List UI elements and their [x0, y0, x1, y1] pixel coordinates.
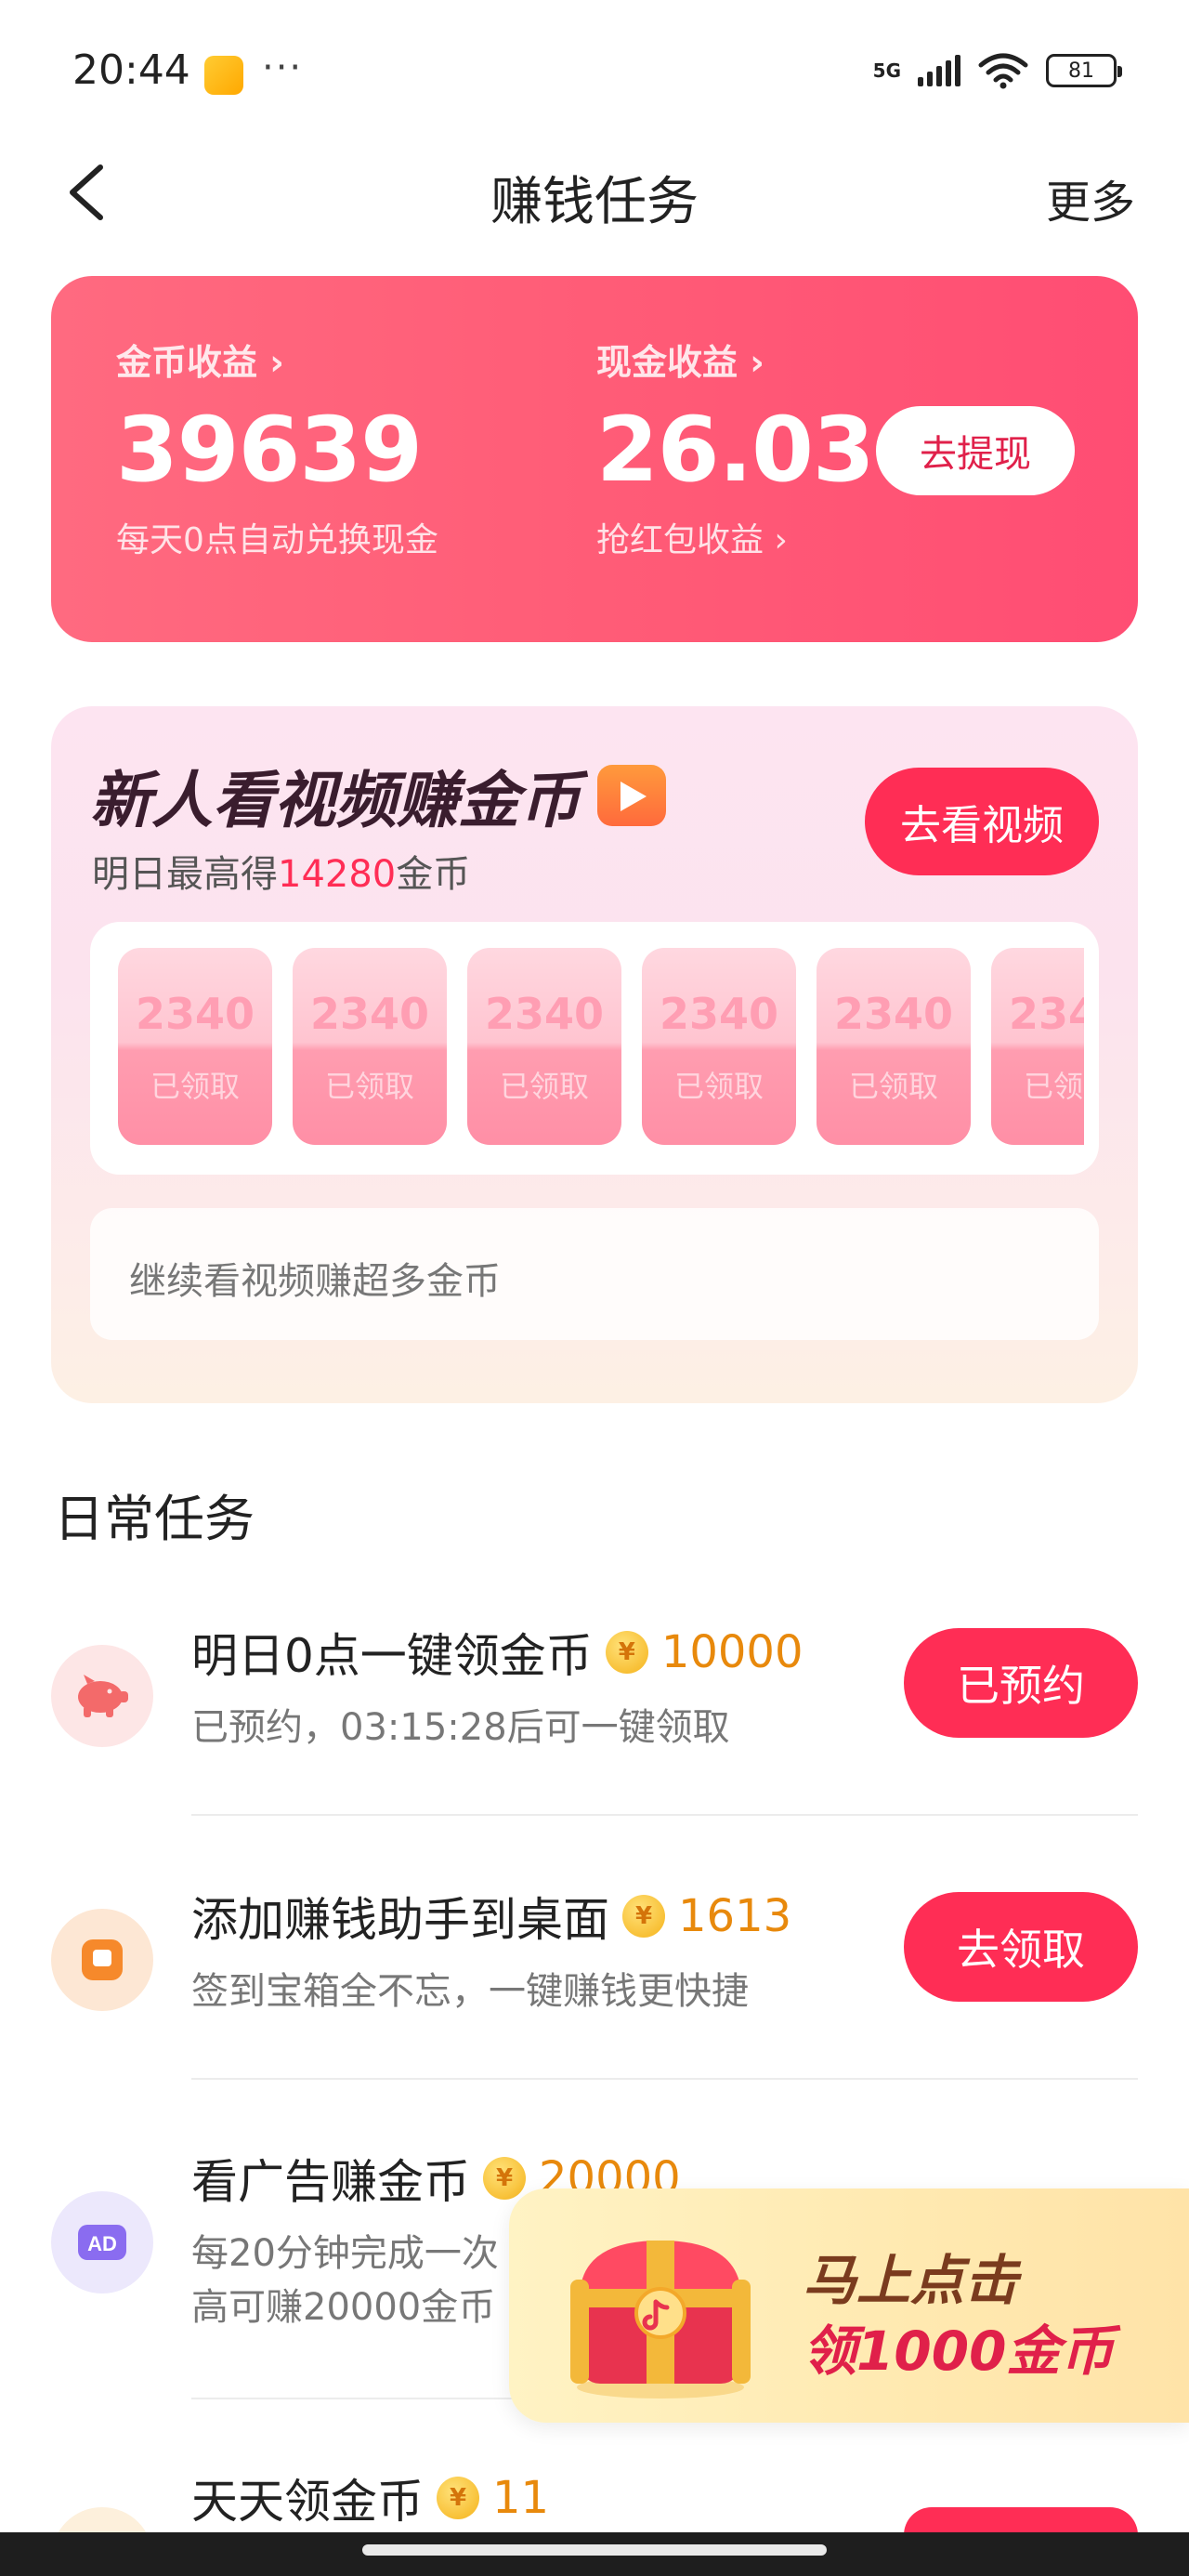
status-time: 20:44	[72, 46, 190, 94]
promo-line-1: 马上点击	[803, 2249, 1019, 2312]
reward-value: 2340	[833, 989, 954, 1039]
more-button[interactable]: 更多	[1046, 165, 1135, 230]
coin-icon: ¥	[605, 1631, 648, 1674]
status-bar: 20:44 ··· 5G 81	[0, 0, 1189, 139]
network-type: 5G	[872, 59, 901, 82]
earnings-card: 金币收益 › 39639 每天0点自动兑换现金 现金收益 › 26.03 抢红包…	[51, 276, 1138, 642]
coin-earnings-value: 39639	[116, 398, 423, 502]
task-description: 已预约，03:15:28后可一键领取	[191, 1706, 730, 1749]
video-task-subtitle: 明日最高得14280金币	[92, 844, 470, 898]
task-name: 天天领金币 ¥ 11	[191, 2464, 549, 2531]
reward-list[interactable]: 2340 已领取 2340 已领取 2340 已领取 2340 已领取 2340 已领取 …	[118, 948, 1084, 1145]
cash-earnings-value: 26.03	[596, 398, 875, 502]
reward-value: 2340	[659, 989, 779, 1039]
reward-state: 已领取	[150, 1069, 240, 1104]
reward-state: 已领取	[499, 1069, 589, 1104]
page-title: 赚钱任务	[490, 172, 699, 232]
claim-button[interactable]: 去领取	[904, 1892, 1138, 2002]
reward-item: 2340 已领取	[642, 948, 796, 1145]
task-reward: 1613	[678, 1890, 792, 1942]
cash-earnings[interactable]: 现金收益 › 26.03 抢红包收益 ›	[596, 334, 875, 561]
coin-earnings-label: 金币收益 ›	[116, 342, 284, 383]
reward-item: 2340 已领取	[991, 948, 1084, 1145]
video-task-title-text: 新人看视频赚金币	[90, 765, 581, 836]
reward-value: 2340	[484, 989, 605, 1039]
status-indicators: 5G 81	[872, 52, 1122, 89]
daily-tasks-title: 日常任务	[54, 1490, 255, 1548]
max-coins-tomorrow: 14280	[278, 853, 397, 896]
continue-watching-text: 继续看视频赚超多金币	[129, 1260, 501, 1303]
reward-item: 2340 已领取	[118, 948, 272, 1145]
reward-state: 已领取	[324, 1069, 414, 1104]
task-name: 明日0点一键领金币 ¥ 10000	[191, 1619, 804, 1686]
red-packet-earnings-link[interactable]: 抢红包收益 ›	[596, 513, 874, 561]
reward-item: 2340 已领取	[467, 948, 621, 1145]
watch-video-button[interactable]: 去看视频	[865, 768, 1099, 875]
wifi-icon	[978, 53, 1028, 89]
subtitle-prefix: 明日最高得	[92, 853, 278, 896]
task-description: 签到宝箱全不忘，一键赚钱更快捷	[191, 1970, 749, 2013]
reward-value: 2340	[309, 989, 430, 1039]
divider	[191, 2078, 1138, 2080]
ad-icon: AD	[51, 2191, 153, 2293]
reward-item: 2340 已领取	[817, 948, 971, 1145]
coin-earnings[interactable]: 金币收益 › 39639 每天0点自动兑换现金	[116, 334, 438, 561]
tv-play-icon	[597, 765, 666, 826]
continue-watching-box[interactable]: 继续看视频赚超多金币	[90, 1208, 1099, 1340]
video-task-title: 新人看视频赚金币	[90, 751, 666, 840]
task-title: 看广告赚金币	[191, 2155, 470, 2209]
task-action-button[interactable]	[904, 2507, 1138, 2535]
desktop-widget-icon	[51, 1909, 153, 2011]
treasure-chest-icon	[570, 2241, 751, 2399]
coin-icon: ¥	[437, 2477, 479, 2519]
reward-value: 2340	[135, 989, 255, 1039]
task-reward: 11	[492, 2472, 550, 2524]
floating-promo-banner[interactable]: 马上点击 领1000金币	[509, 2188, 1189, 2423]
reward-value: 2340	[1008, 989, 1084, 1039]
withdraw-button[interactable]: 去提现	[876, 406, 1075, 495]
reward-strip: 2340 已领取 2340 已领取 2340 已领取 2340 已领取 2340 已领取 …	[90, 922, 1099, 1175]
task-title: 添加赚钱助手到桌面	[191, 1893, 609, 1947]
promo-line-2: 领1000金币	[803, 2320, 1115, 2383]
battery-icon: 81	[1046, 54, 1122, 87]
cash-earnings-label: 现金收益 ›	[596, 342, 764, 383]
page-header: 赚钱任务 更多	[0, 139, 1189, 251]
task-name: 添加赚钱助手到桌面 ¥ 1613	[191, 1883, 791, 1950]
coin-icon: ¥	[483, 2157, 526, 2200]
more-notifications-icon: ···	[262, 46, 304, 89]
coin-earnings-note: 每天0点自动兑换现金	[116, 521, 438, 559]
new-user-video-card: 新人看视频赚金币 明日最高得14280金币 去看视频 2340 已领取 2340 已…	[51, 706, 1138, 1403]
svg-text:AD: AD	[87, 2232, 117, 2255]
app-notification-icon	[204, 56, 243, 95]
reward-state: 已领取	[848, 1069, 938, 1104]
task-title: 天天领金币	[191, 2475, 424, 2529]
reward-state: 已领取	[1023, 1069, 1084, 1104]
reserved-button[interactable]: 已预约	[904, 1628, 1138, 1738]
task-reward: 10000	[660, 1626, 804, 1678]
subtitle-suffix: 金币	[396, 853, 471, 896]
task-title: 明日0点一键领金币	[191, 1629, 593, 1683]
home-indicator[interactable]	[362, 2544, 827, 2556]
divider	[191, 1814, 1138, 1816]
signal-icon	[918, 55, 960, 86]
reward-item: 2340 已领取	[293, 948, 447, 1145]
reward-state: 已领取	[673, 1069, 764, 1104]
piggy-bank-icon	[51, 1645, 153, 1747]
coin-icon: ¥	[622, 1895, 665, 1938]
